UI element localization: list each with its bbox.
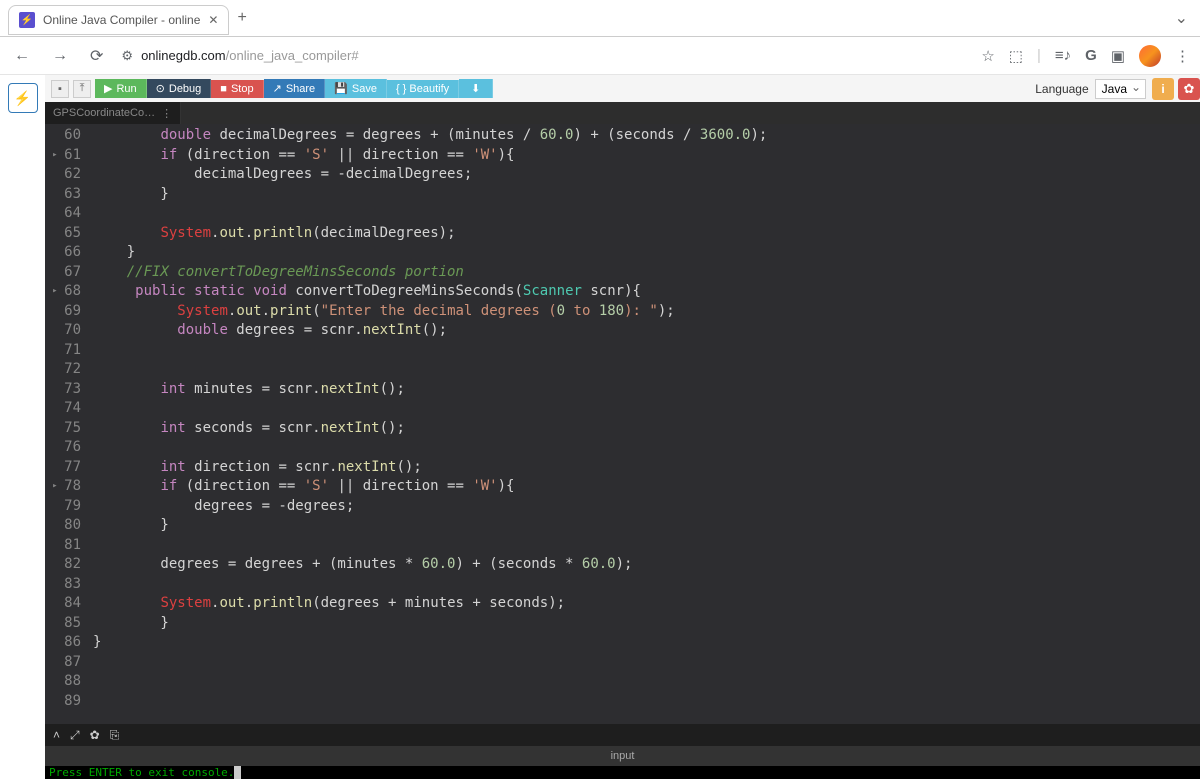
language-label: Language [1035,82,1088,96]
new-file-icon[interactable]: ▪ [51,80,69,98]
info-button[interactable]: i [1152,78,1174,100]
upload-icon[interactable]: ⤒ [73,80,91,98]
console-output: Press ENTER to exit console. [45,766,1200,779]
divider: | [1037,47,1041,64]
stop-button[interactable]: ■Stop [211,80,263,98]
editor-bottom-bar: ˄ ⤢ ✿ ⎘ [45,724,1200,746]
share-button[interactable]: ↗Share [264,79,326,98]
sidebar: ⚡ [0,75,45,779]
chevron-up-icon[interactable]: ˄ [53,728,60,742]
bolt-icon[interactable]: ⚡ [8,83,38,113]
toolbar-icons: ☆ ⬚ | ≡♪ G ▣ ⋮ [981,45,1190,67]
debug-button[interactable]: ⊙Debug [147,79,212,98]
console-tab[interactable]: input [45,746,1200,766]
panel-icon[interactable]: ▣ [1111,47,1125,65]
bolt-icon: ⚡ [19,12,35,28]
extension-icon[interactable]: ⬚ [1009,47,1023,65]
run-button[interactable]: ▶Run [95,79,147,98]
share-icon: ↗ [273,82,282,95]
save-icon: 💾 [334,82,348,95]
save-button[interactable]: 💾Save [325,79,387,98]
main-panel: ▪ ⤒ ▶Run ⊙Debug ■Stop ↗Share 💾Save { } B… [45,75,1200,779]
bug-icon: ⊙ [156,82,165,95]
playlist-icon[interactable]: ≡♪ [1055,47,1071,64]
line-gutter: 6061626364656667686970717273747576777879… [45,124,93,724]
language-select[interactable]: Java [1095,79,1146,99]
stop-icon: ■ [220,83,227,95]
url-text: onlinegdb.com/online_java_compiler# [141,48,359,63]
settings-button[interactable]: ✿ [1178,78,1200,100]
tab-title: Online Java Compiler - online [43,13,200,27]
google-icon[interactable]: G [1085,47,1097,64]
reload-button[interactable]: ⟳ [86,42,107,70]
browser-tab[interactable]: ⚡ Online Java Compiler - online ✕ [8,5,229,35]
kebab-icon[interactable]: ⋮ [161,107,172,120]
beautify-button[interactable]: { } Beautify [387,80,459,98]
download-button[interactable]: ⬇ [459,79,493,98]
back-button[interactable]: ← [10,43,34,69]
ide-toolbar: ▪ ⤒ ▶Run ⊙Debug ■Stop ↗Share 💾Save { } B… [45,75,1200,102]
file-tab-label: GPSCoordinateCo… [53,107,155,119]
download-icon: ⬇ [471,82,480,95]
code-editor[interactable]: 6061626364656667686970717273747576777879… [45,124,1200,724]
play-icon: ▶ [104,82,112,95]
menu-icon[interactable]: ⋮ [1175,47,1190,65]
profile-avatar[interactable] [1139,45,1161,67]
expand-icon[interactable]: ⤢ [70,728,80,743]
forward-button[interactable]: → [48,43,72,69]
new-tab-button[interactable]: + [237,9,246,27]
ide-container: ⚡ ▪ ⤒ ▶Run ⊙Debug ■Stop ↗Share 💾Save { }… [0,75,1200,779]
chevron-down-icon[interactable]: ⌄ [1171,4,1192,32]
star-icon[interactable]: ☆ [981,47,994,65]
code-area[interactable]: double decimalDegrees = degrees + (minut… [93,124,1200,724]
copy-icon[interactable]: ⎘ [110,728,120,743]
language-selector: Language Java [1035,79,1146,99]
close-icon[interactable]: ✕ [208,13,218,27]
file-tab[interactable]: GPSCoordinateCo… ⋮ [45,102,181,124]
site-settings-icon[interactable]: ⚙ [121,48,133,64]
file-tabs: GPSCoordinateCo… ⋮ [45,102,1200,124]
address-bar: ← → ⟳ ⚙ onlinegdb.com/online_java_compil… [0,37,1200,75]
gear-icon[interactable]: ✿ [90,728,100,742]
browser-tabstrip: ⚡ Online Java Compiler - online ✕ + ⌄ [0,0,1200,37]
url-box[interactable]: ⚙ onlinegdb.com/online_java_compiler# [121,48,967,64]
